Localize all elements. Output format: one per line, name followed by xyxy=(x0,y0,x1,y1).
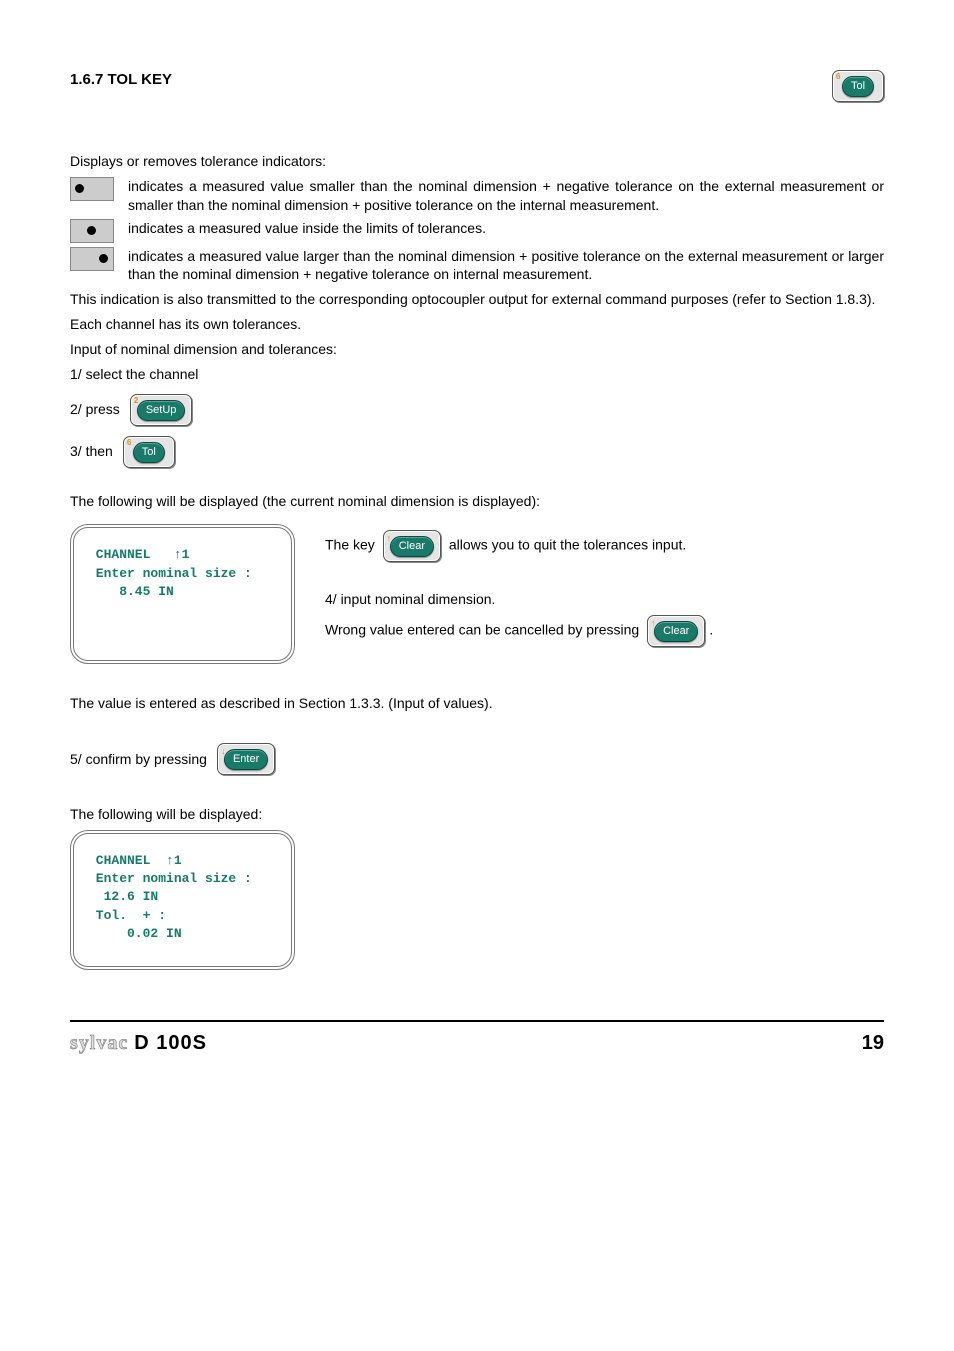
key-arrow: ↑ xyxy=(651,617,656,629)
lcd-display-1: CHANNEL ↑1 Enter nominal size : 8.45 IN xyxy=(70,524,295,664)
display-note-1: The following will be displayed (the cur… xyxy=(70,492,884,511)
step-1: 1/ select the channel xyxy=(70,365,884,384)
indicator-low-desc: indicates a measured value smaller than … xyxy=(128,177,884,215)
clear-key-note: The key ↑ Clear allows you to quit the t… xyxy=(325,530,884,562)
step-5-prefix: 5/ confirm by pressing xyxy=(70,750,207,769)
key-label: Tol xyxy=(133,442,165,463)
setup-key-icon: 2 SetUp xyxy=(130,394,193,426)
step-4b: Wrong value entered can be cancelled by … xyxy=(325,615,884,647)
optocoupler-note: This indication is also transmitted to t… xyxy=(70,290,884,309)
key-label: Tol xyxy=(842,76,874,97)
intro-text: Displays or removes tolerance indicators… xyxy=(70,152,884,171)
key-corner-number: 6 xyxy=(127,438,131,449)
indicator-high-desc: indicates a measured value larger than t… xyxy=(128,247,884,285)
lcd-display-2: CHANNEL ↑1 Enter nominal size : 12.6 IN … xyxy=(70,830,295,970)
clear-key-icon: ↑ Clear xyxy=(383,530,441,562)
tol-key-icon: 6 Tol xyxy=(123,436,175,468)
key-label: SetUp xyxy=(137,400,186,421)
key-arrow: ↑ xyxy=(387,532,392,544)
step-4a: 4/ input nominal dimension. xyxy=(325,590,884,609)
display-note-2: The following will be displayed: xyxy=(70,805,884,824)
key-corner-number: 6 xyxy=(836,72,840,83)
indicator-ok-desc: indicates a measured value inside the li… xyxy=(128,219,486,238)
key-label: Clear xyxy=(390,536,434,557)
tol-key-icon: 6 Tol xyxy=(832,70,884,102)
key-arrow: ↓ xyxy=(221,745,226,757)
section-heading: 1.6.7 TOL KEY xyxy=(70,70,172,90)
input-heading: Input of nominal dimension and tolerance… xyxy=(70,340,884,359)
key-label: Clear xyxy=(654,621,698,642)
footer-brand: sylvacD 100S xyxy=(70,1030,207,1057)
tolerance-indicator-high xyxy=(70,247,114,271)
key-corner-number: 2 xyxy=(134,396,138,407)
value-entry-note: The value is entered as described in Sec… xyxy=(70,694,884,713)
page-number: 19 xyxy=(862,1030,884,1057)
enter-key-icon: ↓ Enter xyxy=(217,743,275,775)
key-label: Enter xyxy=(224,749,268,770)
tolerance-indicator-low xyxy=(70,177,114,201)
step-3-prefix: 3/ then xyxy=(70,442,113,461)
tolerance-indicator-ok xyxy=(70,219,114,243)
clear-key-icon: ↑ Clear xyxy=(647,615,705,647)
step-2-prefix: 2/ press xyxy=(70,400,120,419)
channel-note: Each channel has its own tolerances. xyxy=(70,315,884,334)
